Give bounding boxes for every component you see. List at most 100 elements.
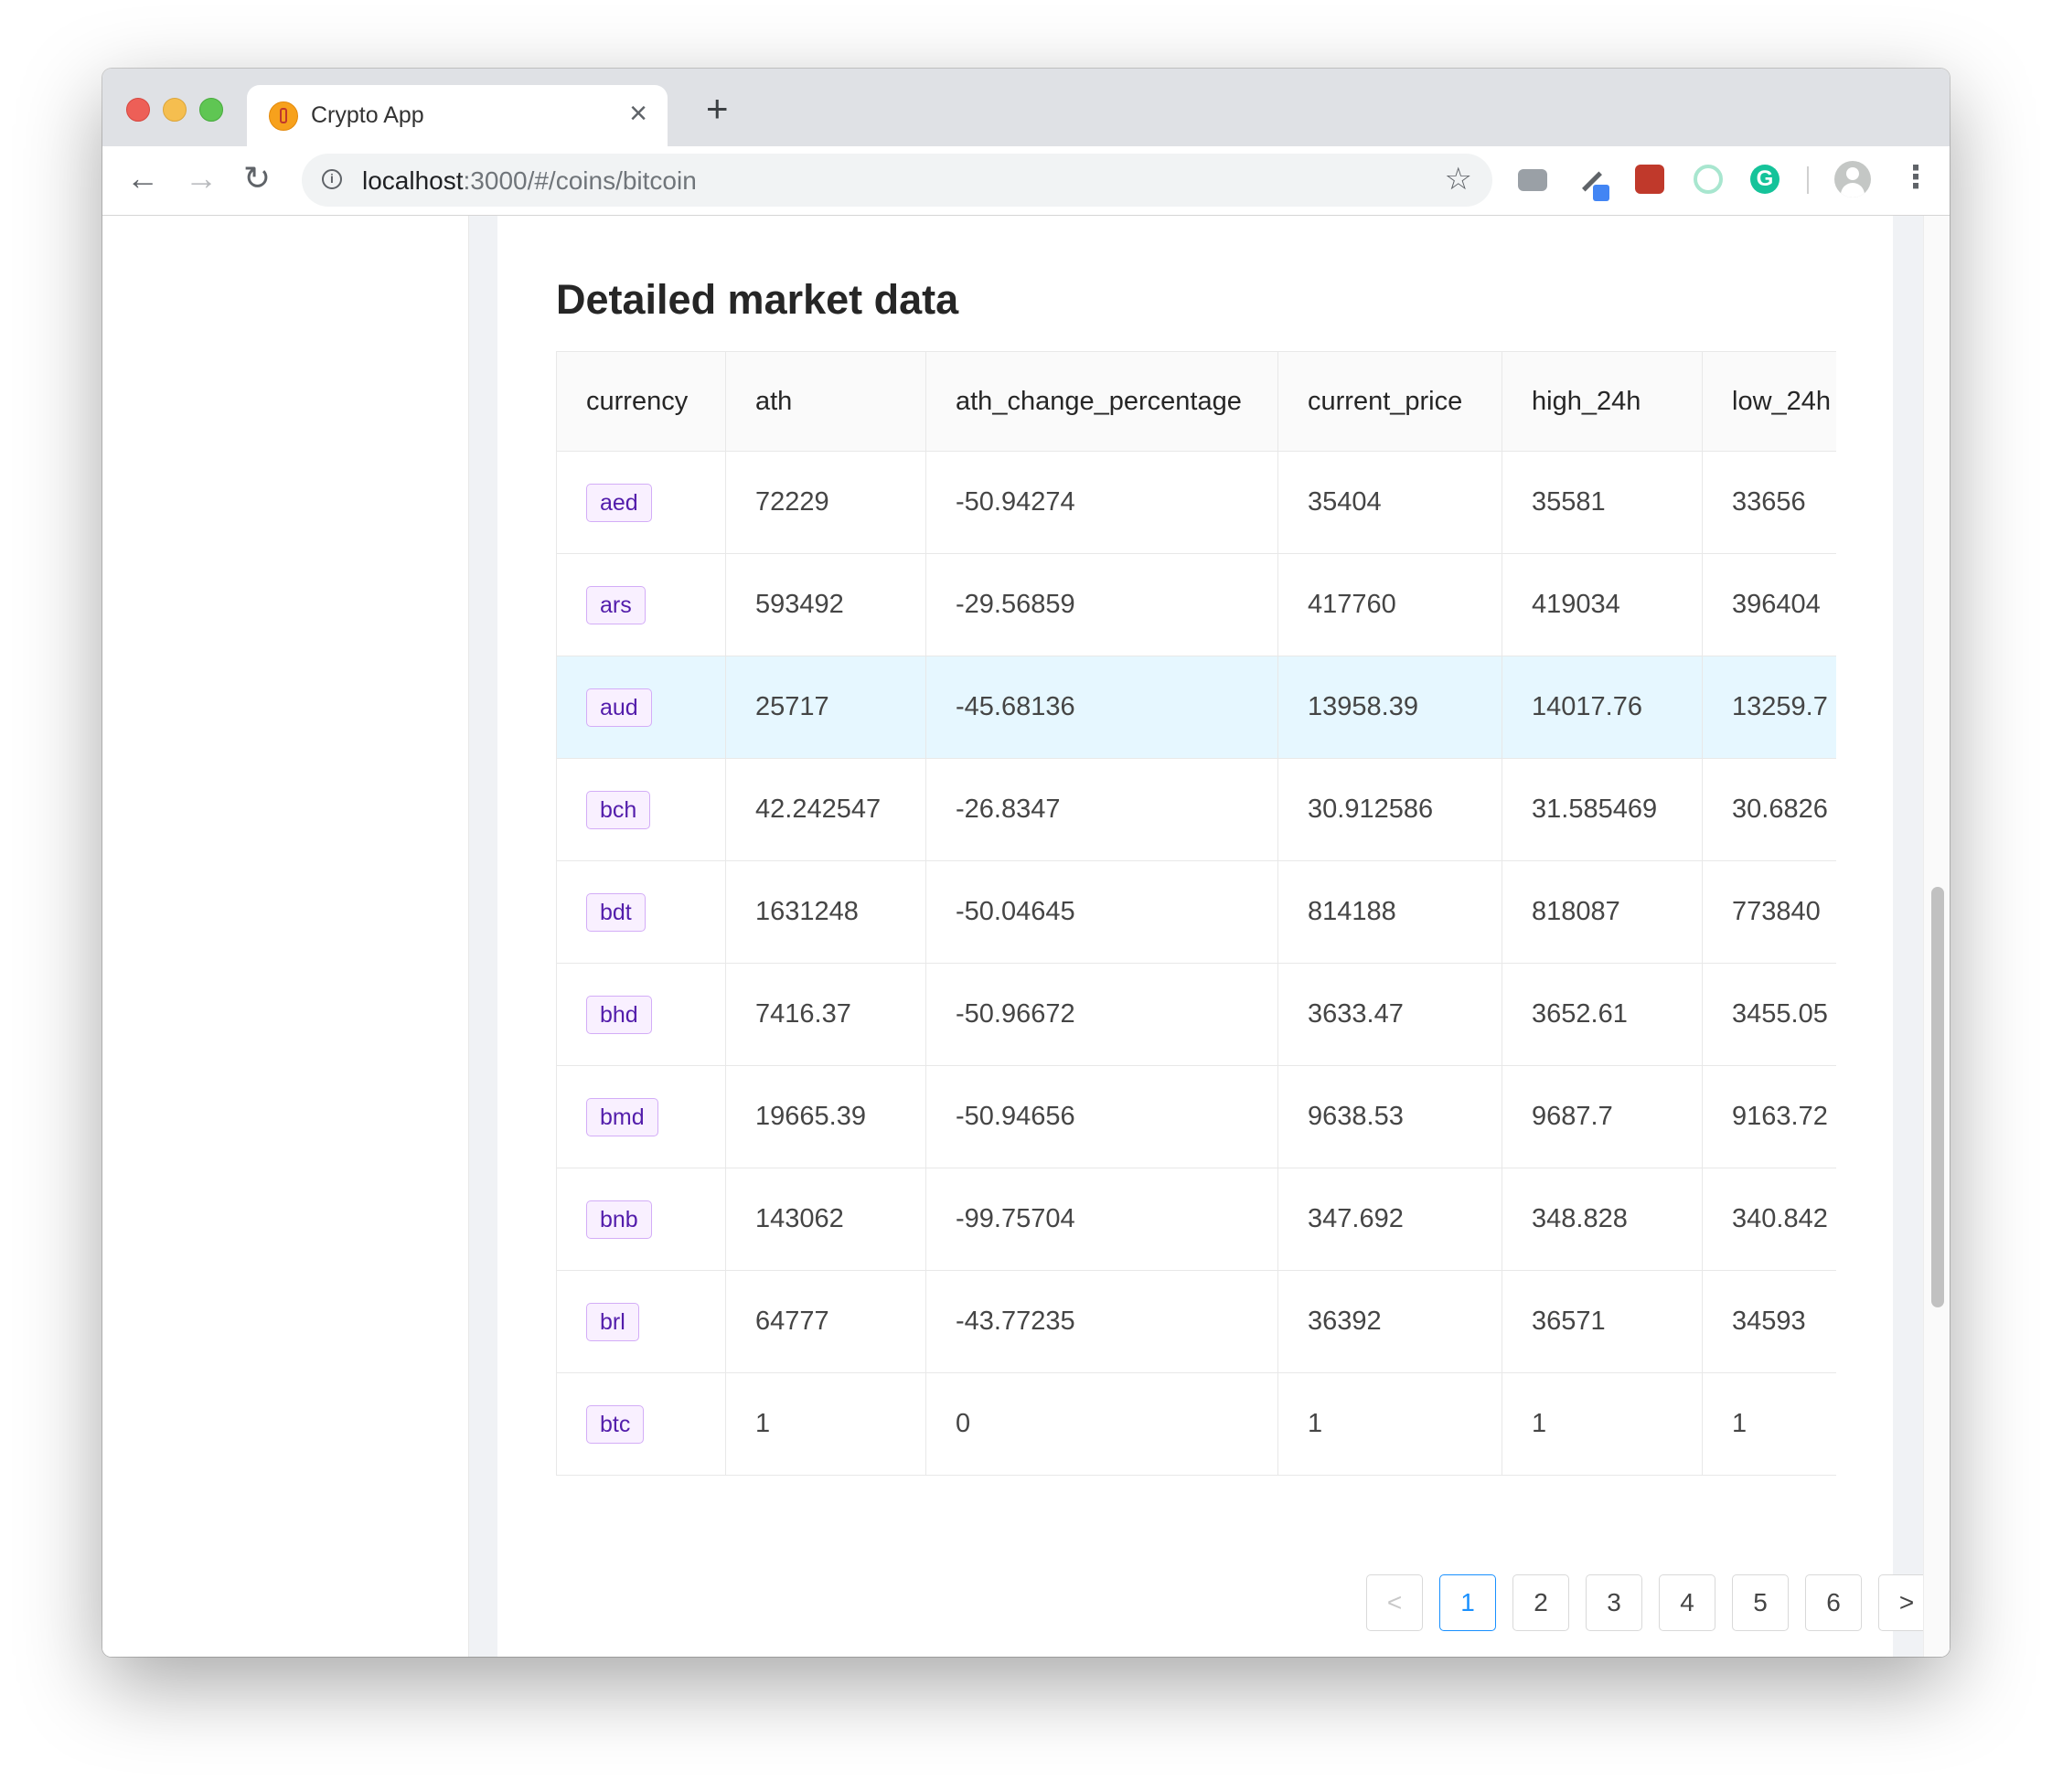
currency-tag: aud <box>586 688 652 727</box>
current-price-cell: 30.912586 <box>1277 758 1502 861</box>
table-header-row: currency ath ath_change_percentage curre… <box>556 351 1836 452</box>
currency-cell: aed <box>556 451 726 554</box>
current-price-cell: 35404 <box>1277 451 1502 554</box>
ath-cell: 25717 <box>725 656 926 759</box>
currency-cell: aud <box>556 656 726 759</box>
bookmark-star-icon[interactable]: ☆ <box>1445 161 1472 197</box>
new-tab-icon[interactable]: + <box>706 87 729 131</box>
ath-cell: 72229 <box>725 451 926 554</box>
ath-change-percentage-cell: -50.94274 <box>925 451 1278 554</box>
page-viewport: Detailed market data currency ath ath_ch… <box>102 216 1950 1657</box>
currency-cell: ars <box>556 553 726 656</box>
high-24h-cell: 36571 <box>1502 1270 1703 1373</box>
ath-cell: 1 <box>725 1372 926 1476</box>
ath-cell: 42.242547 <box>725 758 926 861</box>
close-window-button[interactable] <box>126 98 150 122</box>
table-row[interactable]: aed 72229 -50.94274 35404 35581 33656 <box>556 451 1836 554</box>
currency-tag: ars <box>586 585 646 624</box>
page-button-3[interactable]: 3 <box>1586 1574 1642 1631</box>
table-row[interactable]: bch 42.242547 -26.8347 30.912586 31.585469 30… <box>556 758 1836 861</box>
sidebar <box>102 216 469 1657</box>
currency-cell: bnb <box>556 1168 726 1271</box>
page-button-5[interactable]: 5 <box>1732 1574 1789 1631</box>
browser-toolbar: ← → ↻ i localhost:3000/#/coins/bitcoin ☆… <box>102 146 1950 216</box>
high-24h-cell: 9687.7 <box>1502 1065 1703 1168</box>
ath-cell: 19665.39 <box>725 1065 926 1168</box>
extension-ring-icon[interactable] <box>1694 165 1723 194</box>
tab-strip: Crypto App × + <box>102 69 1950 146</box>
market-data-table-container[interactable]: currency ath ath_change_percentage curre… <box>556 351 1836 1477</box>
current-price-cell: 3633.47 <box>1277 963 1502 1066</box>
high-24h-cell: 818087 <box>1502 860 1703 964</box>
table-row[interactable]: aud 25717 -45.68136 13958.39 14017.76 13259.7 <box>556 656 1836 759</box>
column-header[interactable]: currency <box>556 351 726 452</box>
currency-tag: bch <box>586 790 651 829</box>
high-24h-cell: 1 <box>1502 1372 1703 1476</box>
table-row[interactable]: btc 1 0 1 1 1 <box>556 1372 1836 1476</box>
prev-page-button[interactable]: < <box>1366 1574 1423 1631</box>
extension-icon[interactable] <box>1518 169 1547 191</box>
page-button-1[interactable]: 1 <box>1439 1574 1496 1631</box>
low-24h-cell: 3455.05 <box>1702 963 1836 1066</box>
address-bar[interactable]: i localhost:3000/#/coins/bitcoin ☆ <box>302 154 1492 207</box>
currency-cell: bdt <box>556 860 726 964</box>
reload-icon[interactable]: ↻ <box>243 159 271 197</box>
current-price-cell: 1 <box>1277 1372 1502 1476</box>
low-24h-cell: 9163.72 <box>1702 1065 1836 1168</box>
column-header[interactable]: ath_change_percentage <box>925 351 1278 452</box>
low-24h-cell: 773840 <box>1702 860 1836 964</box>
react-devtools-extension-icon[interactable] <box>1635 165 1664 194</box>
maximize-window-button[interactable] <box>199 98 223 122</box>
low-24h-cell: 340.842 <box>1702 1168 1836 1271</box>
close-tab-icon[interactable]: × <box>629 96 647 132</box>
current-price-cell: 347.692 <box>1277 1168 1502 1271</box>
currency-cell: bhd <box>556 963 726 1066</box>
currency-cell: brl <box>556 1270 726 1373</box>
ath-cell: 143062 <box>725 1168 926 1271</box>
currency-cell: btc <box>556 1372 726 1476</box>
back-arrow-icon[interactable]: ← <box>126 159 159 197</box>
toolbar-divider <box>1807 166 1809 194</box>
grammarly-extension-icon[interactable]: G <box>1750 165 1779 194</box>
vertical-scrollbar-thumb[interactable] <box>1931 887 1944 1307</box>
profile-avatar-icon[interactable] <box>1834 161 1871 197</box>
low-24h-cell: 30.6826 <box>1702 758 1836 861</box>
table-row[interactable]: bnb 143062 -99.75704 347.692 348.828 340.842 <box>556 1168 1836 1271</box>
column-header[interactable]: low_24h <box>1702 351 1836 452</box>
browser-tab[interactable]: Crypto App × <box>247 85 668 146</box>
page-title: Detailed market data <box>556 276 959 323</box>
table-row[interactable]: bhd 7416.37 -50.96672 3633.47 3652.61 3455.05 <box>556 963 1836 1066</box>
ath-cell: 593492 <box>725 553 926 656</box>
column-header[interactable]: ath <box>725 351 926 452</box>
page-button-2[interactable]: 2 <box>1512 1574 1569 1631</box>
forward-arrow-icon[interactable]: → <box>185 159 218 197</box>
color-picker-extension-icon[interactable] <box>1576 165 1609 201</box>
high-24h-cell: 3652.61 <box>1502 963 1703 1066</box>
table-row[interactable]: brl 64777 -43.77235 36392 36571 34593 <box>556 1270 1836 1373</box>
table-row[interactable]: ars 593492 -29.56859 417760 419034 396404 <box>556 553 1836 656</box>
ath-cell: 1631248 <box>725 860 926 964</box>
url-host: localhost <box>362 166 464 195</box>
vertical-scrollbar[interactable] <box>1923 216 1950 1657</box>
column-header[interactable]: current_price <box>1277 351 1502 452</box>
table-row[interactable]: bdt 1631248 -50.04645 814188 818087 773840 <box>556 860 1836 964</box>
current-price-cell: 13958.39 <box>1277 656 1502 759</box>
table-row[interactable]: bmd 19665.39 -50.94656 9638.53 9687.7 9163.72 <box>556 1065 1836 1168</box>
currency-cell: bch <box>556 758 726 861</box>
page-button-6[interactable]: 6 <box>1805 1574 1862 1631</box>
low-24h-cell: 1 <box>1702 1372 1836 1476</box>
bitcoin-favicon-icon <box>269 101 298 131</box>
high-24h-cell: 419034 <box>1502 553 1703 656</box>
ath-change-percentage-cell: 0 <box>925 1372 1278 1476</box>
browser-menu-icon[interactable]: ⋮ <box>1900 159 1931 196</box>
ath-change-percentage-cell: -50.96672 <box>925 963 1278 1066</box>
minimize-window-button[interactable] <box>163 98 187 122</box>
high-24h-cell: 31.585469 <box>1502 758 1703 861</box>
high-24h-cell: 35581 <box>1502 451 1703 554</box>
current-price-cell: 417760 <box>1277 553 1502 656</box>
column-header[interactable]: high_24h <box>1502 351 1703 452</box>
currency-tag: bmd <box>586 1097 658 1136</box>
page-button-4[interactable]: 4 <box>1659 1574 1715 1631</box>
site-info-icon[interactable]: i <box>322 169 342 189</box>
current-price-cell: 36392 <box>1277 1270 1502 1373</box>
